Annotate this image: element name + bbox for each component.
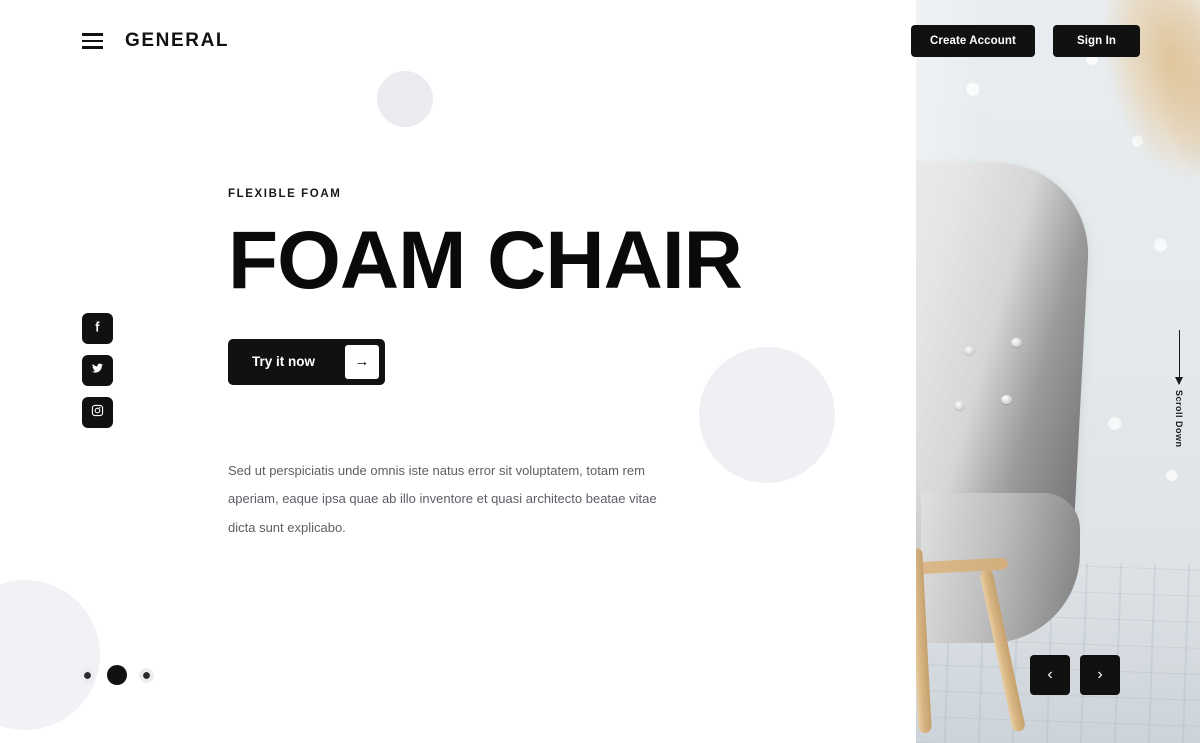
carousel-dot[interactable] bbox=[139, 667, 154, 683]
scroll-down-label: Scroll Down bbox=[1174, 390, 1184, 448]
page-title: FOAM CHAIR bbox=[228, 215, 743, 306]
chair-button bbox=[954, 401, 965, 410]
scroll-down-indicator[interactable]: Scroll Down bbox=[1174, 330, 1184, 448]
hamburger-bar bbox=[82, 33, 103, 36]
try-it-now-button[interactable]: Try it now → bbox=[228, 338, 386, 385]
site-header: GENERAL Create Account Sign In bbox=[0, 0, 1200, 82]
carousel-dots bbox=[80, 665, 154, 685]
header-actions: Create Account Sign In bbox=[911, 25, 1140, 57]
hamburger-bar bbox=[82, 46, 103, 49]
hero-paragraph: Sed ut perspiciatis unde omnis iste natu… bbox=[228, 462, 657, 535]
chair-button bbox=[964, 346, 975, 355]
facebook-icon bbox=[90, 319, 105, 339]
hero-content: FLEXIBLE FOAM FOAM CHAIR Try it now → Se… bbox=[228, 188, 848, 543]
social-link-instagram[interactable] bbox=[82, 397, 113, 428]
twitter-icon bbox=[90, 361, 105, 381]
decorative-circle-large bbox=[0, 580, 100, 730]
carousel-dot[interactable] bbox=[80, 667, 95, 683]
carousel-controls: ‹ › bbox=[1030, 655, 1120, 695]
hamburger-bar bbox=[82, 39, 103, 43]
sign-in-button[interactable]: Sign In bbox=[1052, 25, 1140, 57]
foam-chair-product-image bbox=[916, 163, 1166, 734]
cta-label: Try it now bbox=[252, 354, 316, 370]
social-link-twitter[interactable] bbox=[82, 355, 113, 386]
carousel-next-button[interactable]: › bbox=[1080, 655, 1120, 695]
create-account-button[interactable]: Create Account bbox=[911, 25, 1035, 57]
hero-eyebrow: FLEXIBLE FOAM bbox=[228, 188, 342, 200]
carousel-prev-button[interactable]: ‹ bbox=[1030, 655, 1070, 695]
arrow-down-icon bbox=[1174, 330, 1183, 385]
chair-button bbox=[1001, 395, 1012, 404]
hamburger-icon[interactable] bbox=[82, 33, 103, 49]
social-link-facebook[interactable] bbox=[82, 313, 113, 344]
carousel-dot-active[interactable] bbox=[107, 665, 127, 685]
chair-button bbox=[1011, 338, 1022, 347]
hero-image bbox=[916, 0, 1200, 743]
arrow-right-icon: → bbox=[345, 344, 380, 379]
instagram-icon bbox=[90, 403, 105, 423]
brand-name[interactable]: GENERAL bbox=[125, 30, 229, 52]
brand: GENERAL bbox=[82, 30, 229, 52]
social-links bbox=[82, 313, 113, 428]
